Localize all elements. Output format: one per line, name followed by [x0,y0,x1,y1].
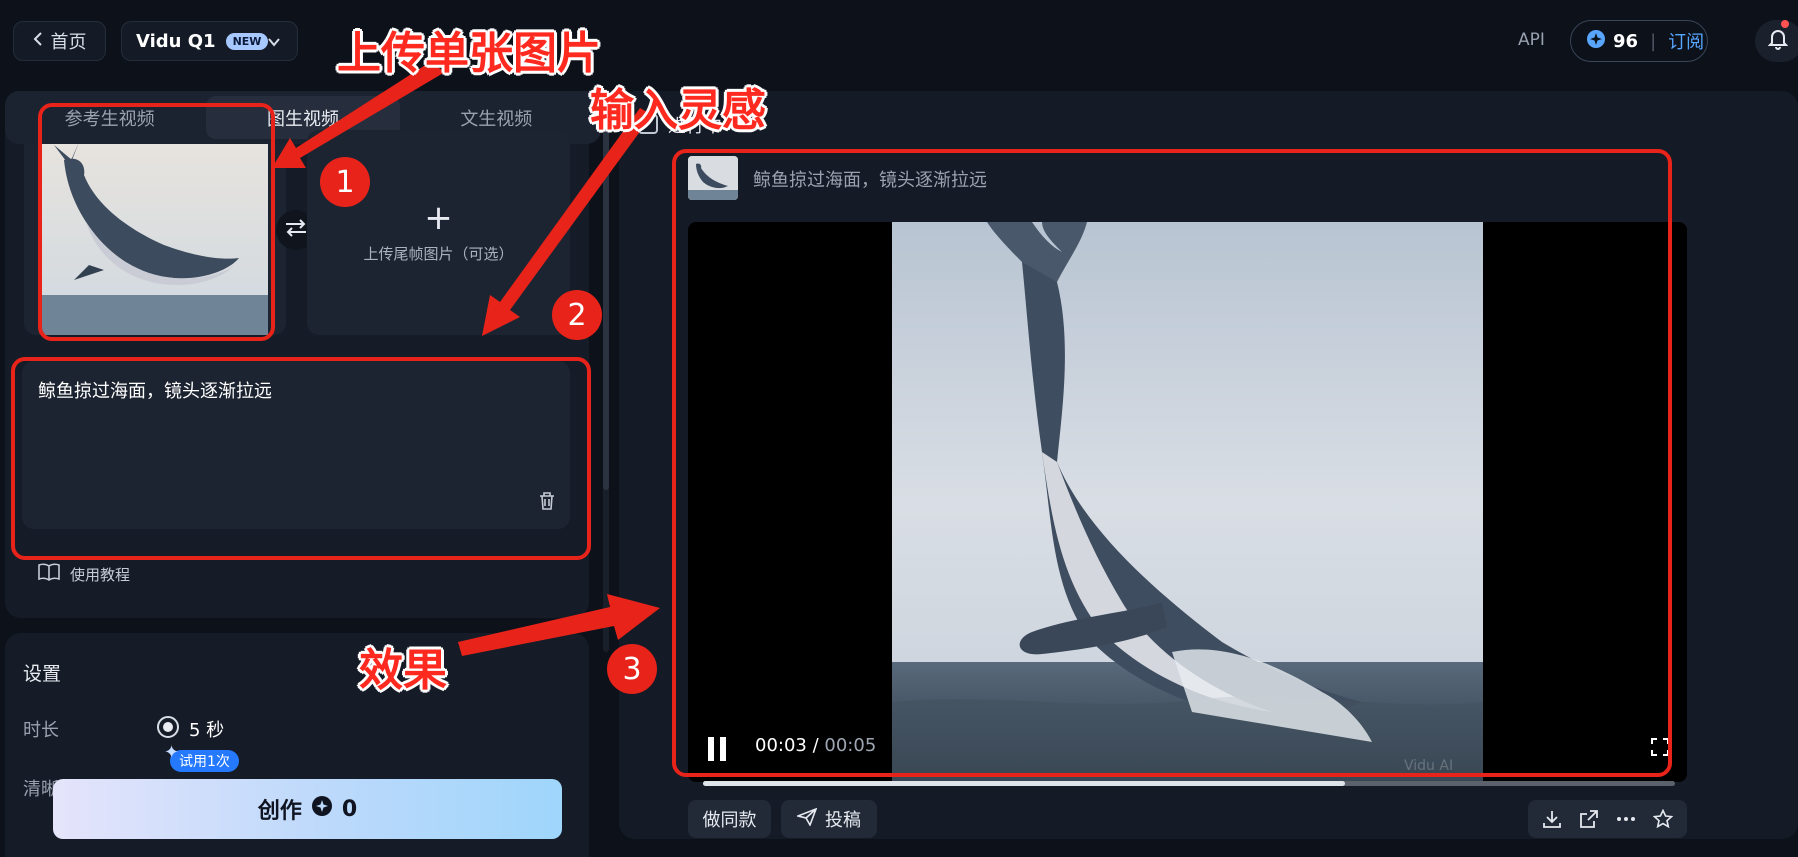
create-label: 创作 [257,799,302,824]
sparkle-icon: ✦ [164,742,180,763]
annotation-step-3: 3 [607,644,657,694]
star-icon[interactable] [1648,804,1678,834]
make-same-button[interactable]: 做同款 [688,800,771,838]
top-bar: 首页 Vidu Q1 NEW API 96 | 订阅 [0,0,1798,80]
model-selector[interactable]: Vidu Q1 NEW [121,21,298,61]
settings-title: 设置 [23,663,62,685]
annotation-step-2: 2 [552,290,602,340]
duration-label: 时长 [23,720,59,741]
annotation-label-effect: 效果 [359,645,447,696]
divider: | [1650,30,1657,52]
duration-radio[interactable] [157,716,179,738]
annotation-box-result [672,149,1672,777]
submit-label: 投稿 [825,810,861,831]
credit-icon [311,796,332,822]
duration-value[interactable]: 5 秒 [189,716,224,742]
tutorial-label: 使用教程 [70,565,131,584]
more-icon[interactable] [1611,804,1641,834]
send-icon [795,807,818,831]
create-cost: 0 [341,796,358,822]
book-icon [38,563,60,585]
swap-icon [284,218,308,242]
new-badge: NEW [225,32,269,50]
result-actions [1528,800,1687,838]
annotation-box-prompt [11,357,591,560]
last-frame-label: 上传尾帧图片（可选） [363,245,514,263]
model-name: Vidu Q1 [136,30,216,52]
subscribe-link[interactable]: 订阅 [1668,28,1704,54]
chevron-down-icon [267,33,281,54]
credits-box[interactable]: 96 | 订阅 [1570,20,1708,62]
home-button[interactable]: 首页 [13,21,106,61]
plus-icon: + [424,198,453,238]
credit-icon [1587,29,1605,53]
submit-button[interactable]: 投稿 [781,800,877,838]
annotation-label-input: 输入灵感 [590,85,766,136]
create-button[interactable]: 创作 0 [53,779,562,839]
annotation-step-1: 1 [320,157,370,207]
annotation-label-upload: 上传单张图片 [337,28,601,79]
chevron-left-icon [33,31,43,52]
seek-bar-progress [703,781,1345,786]
credit-count: 96 [1613,30,1639,52]
bell-icon [1767,28,1789,54]
share-icon[interactable] [1574,804,1604,834]
scrollbar-thumb[interactable] [603,100,609,490]
home-label: 首页 [50,32,87,53]
notification-dot [1781,20,1789,28]
api-link[interactable]: API [1518,30,1545,50]
download-icon[interactable] [1537,804,1567,834]
make-same-label: 做同款 [702,810,757,831]
trial-badge: 试用1次 [170,750,239,772]
notification-button[interactable] [1755,20,1798,62]
annotation-box-image [38,103,275,341]
tutorial-link[interactable]: 使用教程 [38,563,130,585]
